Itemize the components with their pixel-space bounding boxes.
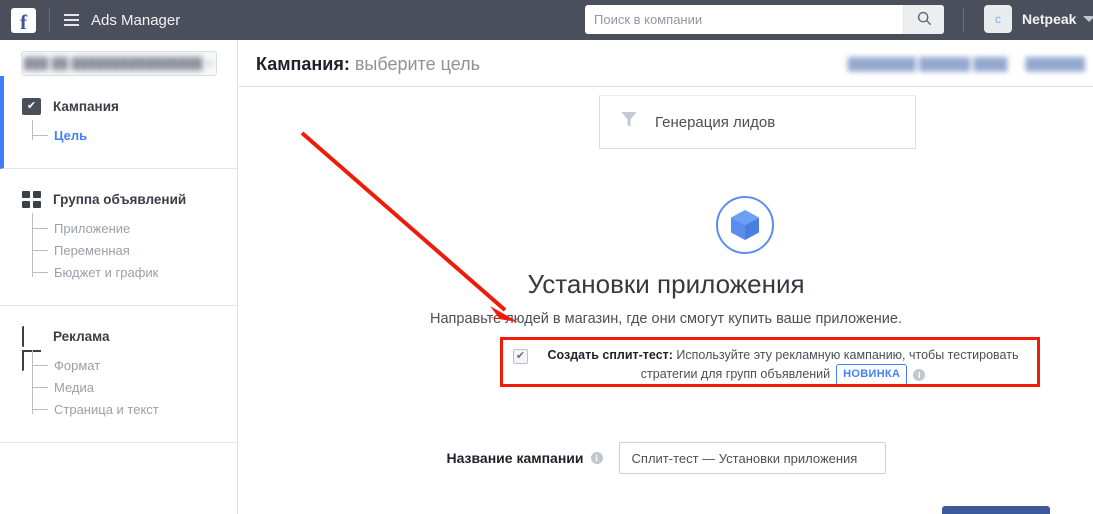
sidebar-item-budget-schedule-label: Бюджет и график	[54, 265, 158, 280]
sidebar-item-campaign[interactable]: ✔ Кампания	[22, 98, 237, 115]
search-icon	[917, 11, 932, 29]
topbar-divider-2	[963, 8, 964, 32]
search-input[interactable]	[585, 5, 903, 34]
window-icon	[22, 328, 41, 345]
page-header-links: ████████ ██████ ████ ███████	[848, 57, 1085, 71]
sidebar-item-variable-label: Переменная	[54, 243, 130, 258]
hamburger-menu-icon[interactable]	[64, 14, 79, 26]
sidebar-item-media[interactable]: Медиа	[54, 376, 237, 398]
new-badge[interactable]: НОВИНКА	[836, 364, 907, 386]
sidebar-item-page-text[interactable]: Страница и текст	[54, 398, 237, 420]
grid-squares-icon	[22, 191, 41, 208]
top-navigation-bar: f Ads Manager c Netpeak	[0, 0, 1093, 40]
split-test-row: ✔ Создать сплит-тест: Используйте эту ре…	[503, 341, 1034, 389]
split-test-label: Создать сплит-тест: Используйте эту рекл…	[541, 347, 1025, 386]
sidebar-subnav-adset: Приложение Переменная Бюджет и график	[32, 217, 237, 283]
funnel-icon	[620, 110, 638, 135]
continue-button[interactable]: Продолжить	[942, 506, 1050, 514]
account-selector[interactable]: ███ ██ ████████████████ ×	[21, 51, 217, 76]
account-menu[interactable]: c Netpeak	[984, 5, 1093, 33]
sidebar-item-variable[interactable]: Переменная	[54, 239, 237, 261]
tree-branch-line	[32, 228, 48, 229]
sidebar-item-format-label: Формат	[54, 358, 100, 373]
page-header: Кампания: выберите цель ████████ ██████ …	[239, 41, 1093, 87]
sidebar-item-objective-label: Цель	[54, 128, 87, 143]
sidebar-item-objective[interactable]: Цель	[54, 124, 237, 146]
tree-branch-line	[32, 250, 48, 251]
app-title: Ads Manager	[91, 12, 180, 29]
sidebar-item-adset[interactable]: Группа объявлений	[22, 191, 237, 208]
campaign-name-input[interactable]	[619, 442, 886, 474]
campaign-name-row: Название кампании i	[239, 442, 1093, 474]
sidebar-item-ad-label: Реклама	[53, 329, 110, 344]
sidebar-item-ad[interactable]: Реклама	[22, 328, 237, 345]
account-selector-label: ███ ██ ████████████████ ×	[24, 58, 213, 70]
cube-icon	[716, 196, 774, 254]
chevron-down-icon[interactable]	[1083, 16, 1093, 22]
tree-branch-line	[32, 272, 48, 273]
header-link-secondary[interactable]: ███████	[1025, 57, 1085, 71]
sidebar-item-page-text-label: Страница и текст	[54, 402, 159, 417]
sidebar-item-campaign-label: Кампания	[53, 99, 119, 114]
info-icon[interactable]: i	[591, 452, 603, 464]
tree-trunk-line	[32, 350, 33, 414]
topbar-divider	[49, 8, 50, 32]
sidebar-item-budget-schedule[interactable]: Бюджет и график	[54, 261, 237, 283]
split-test-checkbox[interactable]: ✔	[513, 349, 528, 364]
sidebar-item-app-label: Приложение	[54, 221, 130, 236]
sidebar-item-format[interactable]: Формат	[54, 354, 237, 376]
ads-manager-window: f Ads Manager c Netpeak	[0, 0, 1093, 514]
split-test-label-rest: Используйте эту рекламную кампанию, чтоб…	[641, 348, 1019, 381]
sidebar-subnav-ad: Формат Медиа Страница и текст	[32, 354, 237, 420]
tree-branch-line	[32, 135, 48, 136]
sidebar-subnav-campaign: Цель	[32, 124, 237, 146]
search-button[interactable]	[903, 5, 944, 34]
sidebar-section-adset: Группа объявлений Приложение Переменная …	[0, 169, 237, 306]
avatar[interactable]: c	[984, 5, 1012, 33]
sidebar-section-ad: Реклама Формат Медиа Страница и текст	[0, 306, 237, 443]
sidebar-item-app[interactable]: Приложение	[54, 217, 237, 239]
campaign-name-label: Название кампании	[446, 450, 583, 466]
tree-trunk-line	[32, 120, 33, 140]
sidebar-item-media-label: Медиа	[54, 380, 94, 395]
tree-branch-line	[32, 387, 48, 388]
page-description: Направьте людей в магазин, где они смогу…	[239, 311, 1093, 327]
sidebar: ███ ██ ████████████████ × ✔ Кампания Цел…	[0, 40, 238, 514]
tree-branch-line	[32, 365, 48, 366]
page-heading: Установки приложения	[239, 269, 1093, 300]
objective-card-label: Генерация лидов	[655, 114, 775, 131]
page-title-bold: Кампания:	[256, 54, 350, 74]
facebook-logo-icon[interactable]: f	[11, 8, 36, 33]
main-content: Кампания: выберите цель ████████ ██████ …	[239, 41, 1093, 514]
sidebar-item-adset-label: Группа объявлений	[53, 192, 186, 207]
split-test-label-bold: Создать сплит-тест:	[548, 348, 673, 362]
sidebar-section-campaign: ✔ Кампания Цель	[0, 76, 237, 169]
header-link-help[interactable]: ████████ ██████ ████	[848, 57, 1008, 71]
search-bar[interactable]	[585, 5, 944, 34]
checkmark-box-icon: ✔	[22, 98, 41, 115]
info-icon[interactable]: i	[913, 369, 925, 381]
account-name: Netpeak	[1022, 11, 1076, 27]
objective-card-lead-generation[interactable]: Генерация лидов	[599, 95, 916, 149]
tree-trunk-line	[32, 213, 33, 277]
page-title-rest: выберите цель	[350, 54, 480, 74]
tree-branch-line	[32, 409, 48, 410]
page-title: Кампания: выберите цель	[256, 54, 480, 75]
